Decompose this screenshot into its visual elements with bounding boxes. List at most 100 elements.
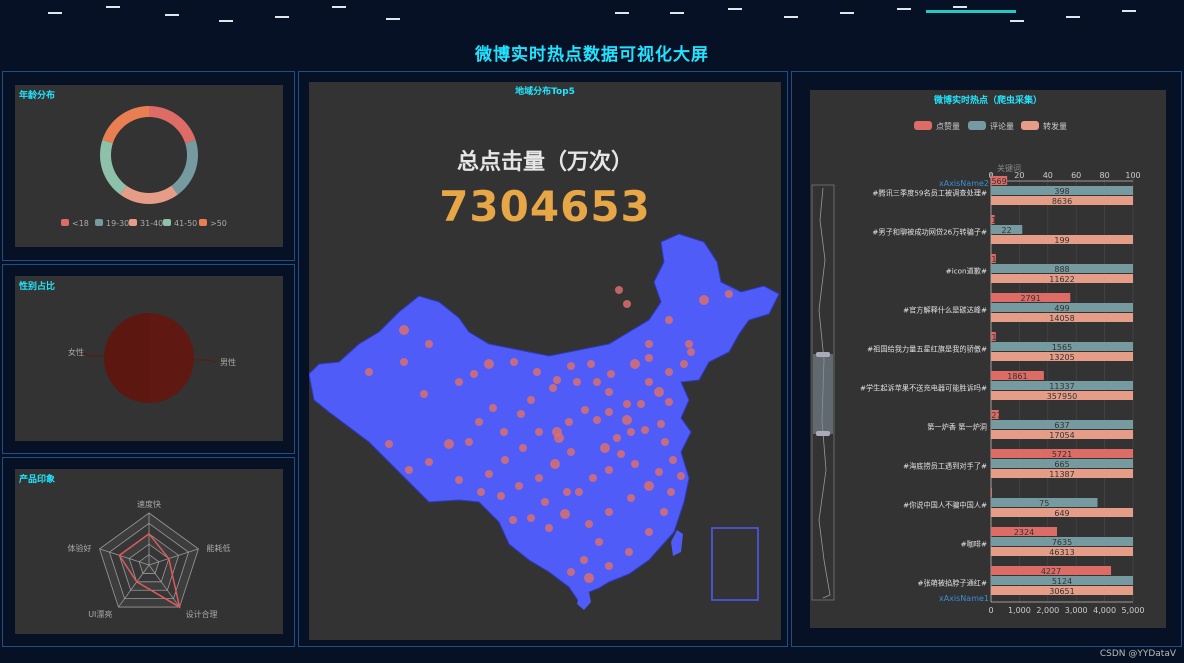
map-point — [517, 410, 525, 418]
map-point — [584, 573, 594, 583]
category-label: #海底捞员工遇到对手了# — [903, 462, 987, 471]
map-point — [589, 474, 597, 482]
map-point — [501, 456, 509, 464]
legend-swatch — [968, 121, 986, 130]
map-point — [665, 316, 673, 324]
bottom-tick-label: 2,000 — [1036, 606, 1059, 615]
radar-indicator-label: 能耗低 — [206, 543, 230, 553]
map-point — [625, 548, 633, 556]
x-axis-name-2: xAxisName2 — [939, 179, 989, 188]
map-point — [400, 358, 408, 366]
slider-window[interactable] — [813, 354, 833, 434]
map-point — [455, 476, 463, 484]
bar-value-label: 11622 — [1049, 275, 1074, 284]
map-point — [645, 378, 653, 386]
top-decoration — [0, 0, 1184, 30]
map-point — [509, 516, 517, 524]
legend-label: 19-30 — [106, 219, 129, 228]
bar-value-label: 75 — [1039, 499, 1049, 508]
map-point — [605, 508, 613, 516]
map-point — [545, 524, 553, 532]
map-point — [654, 387, 664, 397]
bottom-tick-label: 4,000 — [1093, 606, 1116, 615]
bar-value-label: 398 — [1054, 187, 1069, 196]
slice-label: 女性 — [68, 347, 84, 357]
map-point — [515, 482, 523, 490]
map-point — [567, 362, 575, 370]
bottom-tick-label: 1,000 — [1008, 606, 1031, 615]
bar-value-label: 11337 — [1049, 382, 1074, 391]
map-point — [699, 295, 709, 305]
map-point — [665, 368, 673, 376]
impression-panel: 产品印象 速度快 能耗低 设计合理 UI漂亮 体验好 — [2, 457, 295, 647]
map-point — [541, 498, 549, 506]
map-point — [567, 568, 575, 576]
map-region — [309, 233, 780, 603]
age-slice — [100, 139, 127, 195]
hot-panel: 微博实时热点（爬虫采集） 点赞量评论量转发量关键词xAxisName202040… — [791, 71, 1182, 647]
bar-value-label: 11387 — [1049, 470, 1074, 479]
hot-topics-bar-chart: 点赞量评论量转发量关键词xAxisName202040608010001,000… — [811, 121, 1144, 615]
map-point — [497, 492, 505, 500]
map-point — [605, 408, 613, 416]
map-point — [655, 468, 663, 476]
map-point — [533, 368, 541, 376]
map-point — [425, 340, 433, 348]
legend-swatch — [914, 121, 932, 130]
bar-value-label: 665 — [1054, 460, 1069, 469]
category-label: #腾讯三季度59名员工被调查处理# — [872, 189, 987, 198]
radar-indicator-label: UI漂亮 — [88, 609, 112, 619]
map-point — [645, 340, 653, 348]
category-label: #张萌被掐脖子通红# — [917, 579, 987, 588]
age-slice — [120, 185, 178, 204]
map-point — [484, 359, 494, 369]
bar-value-label: 8636 — [1052, 197, 1072, 206]
category-label: #icon道歉# — [946, 267, 987, 276]
map-point — [677, 472, 685, 480]
map-point — [385, 440, 393, 448]
map-point — [622, 415, 632, 425]
map-point — [477, 488, 485, 496]
bar-value-label: 649 — [1054, 509, 1069, 518]
map-point — [535, 428, 543, 436]
map-point — [725, 290, 733, 298]
bar-value-label: 637 — [1054, 421, 1069, 430]
map-point — [627, 428, 635, 436]
bar-value-label: 357950 — [1047, 392, 1078, 401]
slider-handle[interactable] — [816, 431, 830, 436]
bar-value-label: 13205 — [1049, 353, 1074, 362]
map-point — [465, 438, 473, 446]
map-point — [563, 488, 571, 496]
bar-value-label: 128 — [991, 216, 1006, 225]
map-point — [549, 384, 557, 392]
legend-swatch — [163, 219, 171, 226]
map-point — [644, 481, 654, 491]
bar-value-label: 7635 — [1052, 538, 1072, 547]
slider-handle[interactable] — [816, 352, 830, 357]
map-point — [605, 466, 613, 474]
map-point — [470, 370, 478, 378]
category-label: 第一炉香 第一炉洞 — [927, 423, 987, 432]
map-point — [685, 340, 693, 348]
map-point — [527, 514, 535, 522]
category-label: #咖啡# — [961, 540, 987, 549]
legend-label: >50 — [210, 219, 227, 228]
map-point — [615, 286, 623, 294]
map-point — [500, 428, 508, 436]
map-point — [593, 416, 601, 424]
map-point — [607, 370, 615, 378]
map-point — [613, 434, 621, 442]
impression-radar-chart: 速度快能耗低设计合理 UI漂亮 体验好 — [68, 499, 231, 619]
bar-value-label: 1565 — [1052, 343, 1072, 352]
map-point — [595, 538, 603, 546]
legend-label: 评论量 — [990, 121, 1014, 131]
watermark: CSDN @YYDataV — [1099, 649, 1176, 659]
legend-swatch — [1021, 121, 1039, 130]
legend-swatch — [129, 219, 137, 226]
age-slice — [149, 106, 196, 144]
map-point — [565, 418, 573, 426]
legend-label: <18 — [72, 219, 89, 228]
map-point — [485, 470, 493, 478]
age-panel: 年龄分布 <18 19-30 31-40 41-50 >50 — [2, 71, 295, 261]
legend-label: 41-50 — [174, 219, 197, 228]
